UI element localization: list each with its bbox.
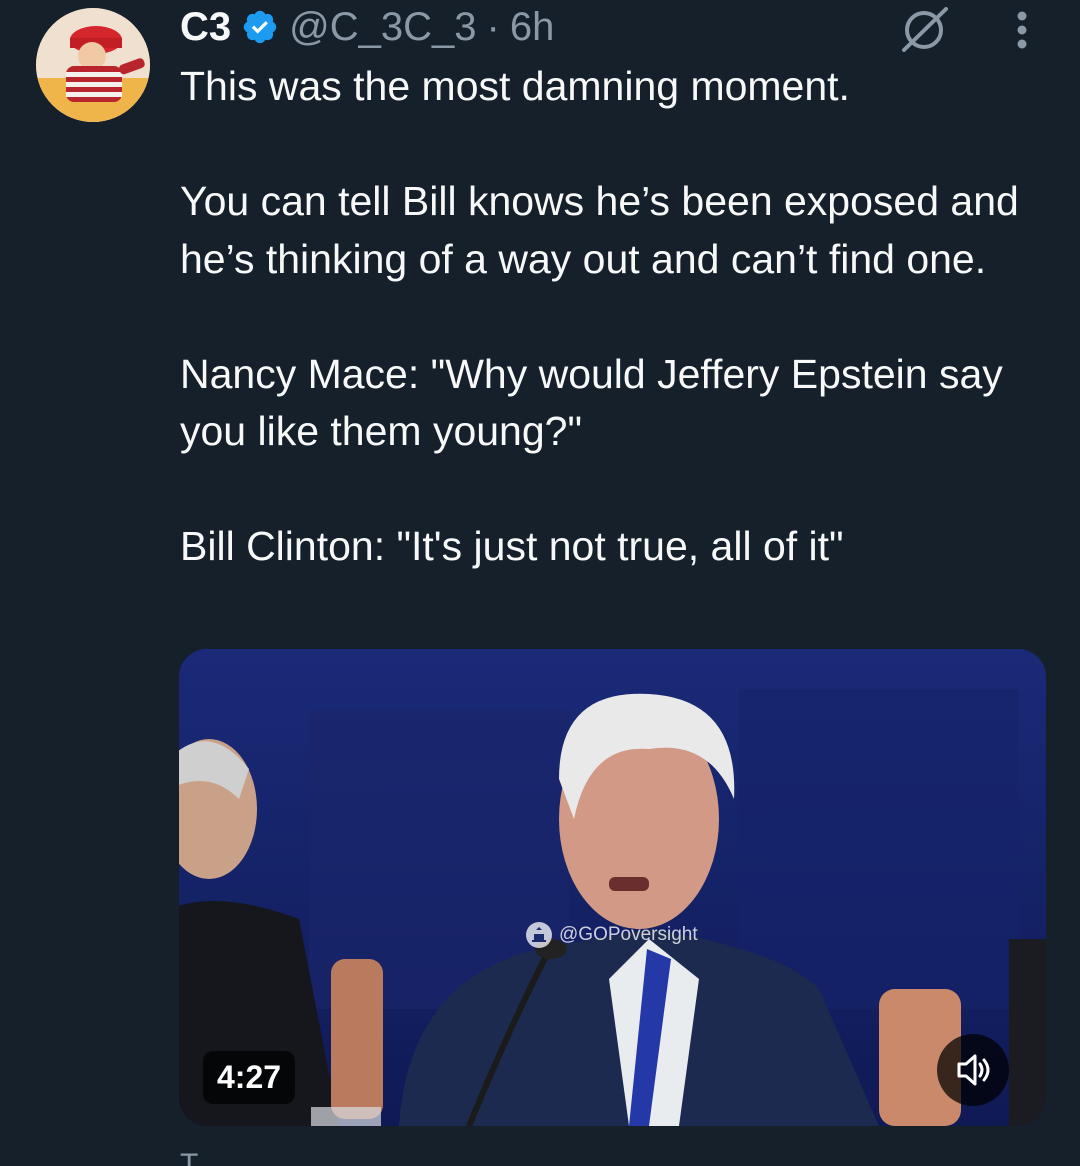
tweet[interactable]: C3 @C_3C_3 · 6h This was the most damnin… [0,0,1080,1166]
video-player[interactable]: @GOPoversight 4:27 [179,649,1046,1126]
capitol-icon [526,922,552,948]
volume-icon [957,1054,990,1086]
more-options-icon[interactable] [1008,8,1036,52]
footer-partial-text: T [180,1150,300,1166]
verified-badge-icon [243,10,277,44]
video-duration: 4:27 [203,1051,296,1104]
handle[interactable]: @C_3C_3 [289,5,476,50]
display-name[interactable]: C3 [180,5,231,50]
video-frame [179,649,1046,1126]
volume-button[interactable] [937,1034,1009,1106]
video-watermark: @GOPoversight [525,921,698,949]
grok-icon[interactable] [900,6,952,52]
tweet-header: C3 @C_3C_3 · 6h [180,2,554,52]
timestamp[interactable]: 6h [510,5,555,50]
avatar[interactable] [36,8,150,122]
tweet-text: This was the most damning moment. You ca… [180,63,1019,569]
avatar-image [36,8,150,122]
separator-dot: · [486,4,500,49]
watermark-text: @GOPoversight [559,924,698,945]
